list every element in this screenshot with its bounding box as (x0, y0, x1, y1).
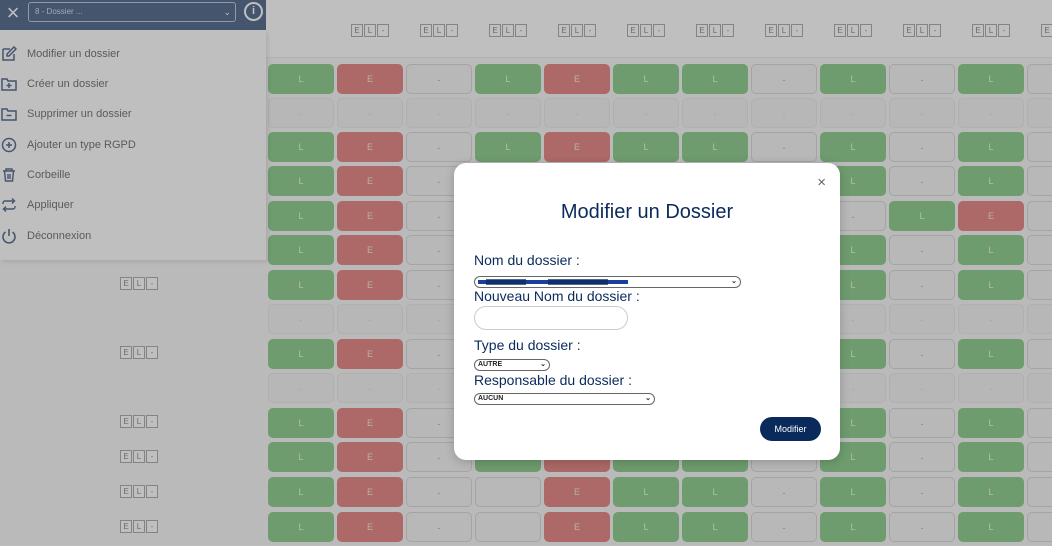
folder-type-label: Type du dossier : (474, 337, 581, 353)
chevron-down-icon: ⌄ (645, 395, 651, 402)
owner-select[interactable]: AUCUN ⌄ (474, 393, 655, 405)
owner-value: AUCUN (478, 395, 504, 402)
close-icon[interactable]: × (817, 175, 826, 190)
new-name-input[interactable] (474, 306, 628, 330)
folder-name-label: Nom du dossier : (474, 252, 580, 268)
owner-label: Responsable du dossier : (474, 372, 632, 388)
folder-type-select[interactable]: AUTRE ⌄ (474, 359, 550, 371)
chevron-down-icon: ⌄ (540, 361, 546, 368)
folder-type-value: AUTRE (478, 361, 503, 368)
modal-title: Modifier un Dossier (560, 201, 734, 223)
modifier-button[interactable]: Modifier (760, 417, 821, 441)
chevron-down-icon: ⌄ (731, 278, 737, 285)
folder-name-select[interactable]: ⌄ (474, 276, 741, 288)
edit-folder-modal: × Modifier un Dossier Nom du dossier : ⌄… (454, 163, 840, 460)
redacted-value (478, 279, 628, 285)
new-name-label: Nouveau Nom du dossier : (474, 288, 640, 304)
